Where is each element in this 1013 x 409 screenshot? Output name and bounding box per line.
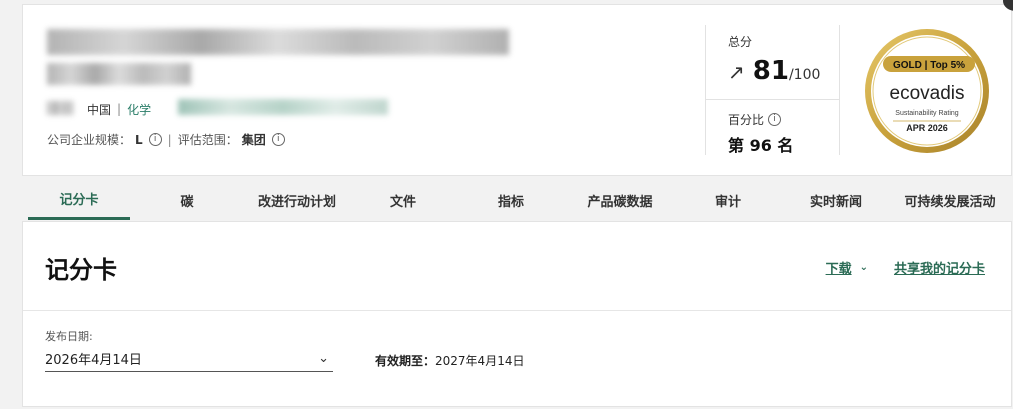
score-value: 81 [752,56,789,86]
divider [839,25,840,155]
window-corner-button[interactable] [1003,0,1013,11]
scorecard-actions: 下载 ⌄ 共享我的记分卡 [826,258,985,277]
badge-subtitle-text: Sustainability Rating [895,110,959,117]
tab-product-carbon-data[interactable]: 产品碳数据 [572,180,668,220]
tab-carbon[interactable]: 碳 [157,180,217,220]
company-header-card: 中国 | 化学 公司企业规模： L i | 评估范围： 集团 i 总分 ↗ 81… [22,0,1013,176]
tab-improvement-plan[interactable]: 改进行动计划 [242,180,352,220]
page-title: 记分卡 [45,256,117,284]
share-scorecard-button[interactable]: 共享我的记分卡 [894,258,985,277]
tab-scorecard[interactable]: 记分卡 [28,180,130,220]
tab-sustainability-activities[interactable]: 可持续发展活动 [892,180,1008,220]
tab-indicators[interactable]: 指标 [480,180,542,220]
total-score-box: 总分 ↗ 81 /100 [728,33,820,86]
percentile-box: 百分比 i 第 96 名 [728,111,793,156]
info-icon[interactable]: i [768,113,782,126]
separator: | [167,132,172,147]
industry-link[interactable]: 化学 [127,101,151,118]
score-max: /100 [788,67,821,83]
badge-tier-text: GOLD | Top 5% [893,60,965,71]
company-meta-row: 公司企业规模： L i | 评估范围： 集团 i [47,131,285,148]
valid-until-label: 有效期至： [375,354,436,368]
scorecard-panel: 记分卡 下载 ⌄ 共享我的记分卡 发布日期: 2026年4月14日 ⌄ 有效期至… [22,221,1012,407]
separator: | [117,102,122,116]
chevron-down-icon[interactable]: ⌄ [860,262,868,273]
tab-live-news[interactable]: 实时新闻 [798,180,874,220]
valid-until-value: 2027年4月14日 [435,354,525,368]
divider [705,25,706,155]
trend-up-icon: ↗ [728,60,745,84]
country-text: 中国 [87,102,112,117]
industry-redacted [178,99,388,115]
total-score-label: 总分 [728,35,753,49]
scope-value: 集团 [241,133,266,147]
percentile-label: 百分比 [728,113,765,127]
tab-audit[interactable]: 审计 [698,180,758,220]
chevron-down-icon: ⌄ [318,351,329,366]
info-icon[interactable]: i [271,133,285,146]
divider [705,99,839,100]
tab-bar: 记分卡 碳 改进行动计划 文件 指标 产品碳数据 审计 实时新闻 可持续发展活动 [22,180,1012,220]
company-name-line2-redacted [47,63,191,85]
divider [23,310,1011,311]
info-icon[interactable]: i [148,133,162,146]
publish-date-select[interactable]: 2026年4月14日 ⌄ [45,346,333,372]
publish-date-label: 发布日期: [45,330,93,343]
tab-documents[interactable]: 文件 [372,180,434,220]
publish-date-value: 2026年4月14日 [45,353,142,368]
rank-value: 第 96 名 [728,136,794,155]
location-row: 中国 | 化学 [47,99,151,119]
company-size-label: 公司企业规模： [47,133,132,147]
company-name-redacted [47,29,509,55]
badge-brand-text: ecovadis [890,83,965,104]
scope-label: 评估范围： [177,133,238,147]
ecovadis-gold-badge: GOLD | Top 5% ecovadis Sustainability Ra… [865,29,989,153]
company-size-value: L [135,132,143,147]
badge-date-text: APR 2026 [906,123,948,133]
download-button[interactable]: 下载 [826,258,852,277]
valid-until: 有效期至：2027年4月14日 [375,352,524,369]
